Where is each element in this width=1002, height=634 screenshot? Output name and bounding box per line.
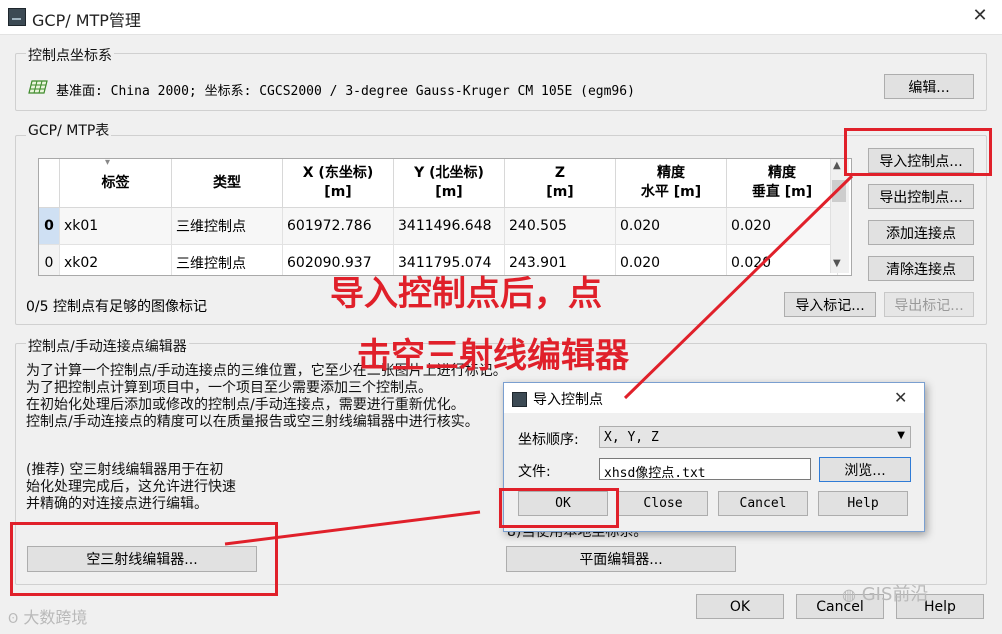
annotation-arrows (224, 174, 854, 546)
annotation-text-line2: 击空三射线编辑器 (357, 336, 629, 376)
annotation-text-line1: 导入控制点后，点 (330, 274, 602, 314)
watermark-left: ʘ 大数跨境 (8, 608, 88, 627)
watermark-right: ◍ GIS前沿 (842, 584, 929, 605)
wechat-icon: ◍ (842, 585, 856, 604)
weibo-icon: ʘ (8, 612, 19, 627)
